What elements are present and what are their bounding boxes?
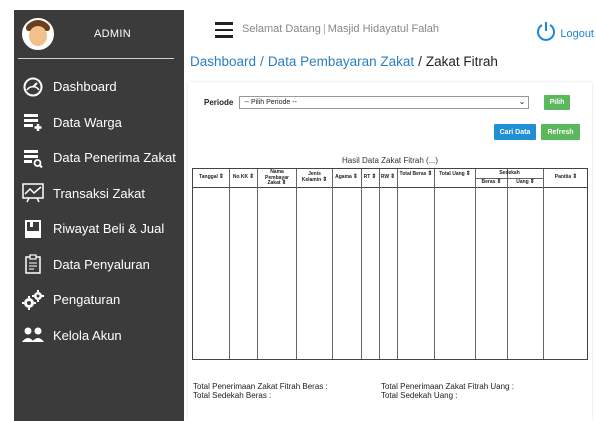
data-table: Tanggal⇕ No KK⇕ Nama Pembayar Zakat⇕ Jen… bbox=[192, 168, 588, 360]
breadcrumb-current: Zakat Fitrah bbox=[425, 54, 498, 69]
breadcrumb-dashboard[interactable]: Dashboard bbox=[190, 54, 256, 69]
content-card: Periode -- Pilih Periode -- ⌄ Pilih Cari… bbox=[188, 82, 592, 421]
total-uang-label: Total Penerimaan Zakat Fitrah Uang : bbox=[381, 382, 514, 391]
sidebar-item-label: Transaksi Zakat bbox=[53, 185, 145, 201]
sort-icon: ⇕ bbox=[322, 176, 328, 183]
sort-icon: ⇕ bbox=[218, 174, 224, 180]
sidebar-item-label: Dashboard bbox=[53, 79, 117, 95]
th-sedekah-uang[interactable]: Uang⇕ bbox=[508, 179, 543, 186]
sidebar-item-dashboard[interactable]: Dashboard bbox=[14, 69, 184, 105]
periode-filter: Periode -- Pilih Periode -- ⌄ bbox=[204, 96, 530, 109]
th-agama[interactable]: Agama⇕ bbox=[332, 174, 361, 181]
cari-data-button[interactable]: Cari Data bbox=[494, 124, 536, 140]
sort-icon: ⇕ bbox=[496, 179, 502, 185]
sidebar-item-data-warga[interactable]: Data Warga bbox=[14, 105, 184, 141]
sort-icon: ⇕ bbox=[249, 174, 255, 180]
sidebar-item-pengaturan[interactable]: Pengaturan bbox=[14, 282, 184, 318]
periode-select[interactable]: -- Pilih Periode -- ⌄ bbox=[239, 96, 530, 109]
total-sedekah-uang-label: Total Sedekah Uang : bbox=[381, 391, 458, 400]
sort-icon: ⇕ bbox=[427, 171, 433, 177]
table-title: Hasil Data Zakat Fitrah (...) bbox=[341, 156, 439, 165]
user-list-add-icon bbox=[22, 111, 44, 133]
th-total-beras[interactable]: Total Beras⇕ bbox=[398, 171, 434, 178]
totals-right: Total Penerimaan Zakat Fitrah Uang : Tot… bbox=[381, 382, 514, 400]
sidebar-item-riwayat-beli-jual[interactable]: Riwayat Beli & Jual bbox=[14, 211, 184, 247]
sidebar-item-label: Data Penyaluran bbox=[53, 256, 150, 272]
pilih-button[interactable]: Pilih bbox=[544, 95, 570, 110]
sidebar-item-label: Data Penerima Zakat bbox=[53, 150, 176, 166]
th-rt[interactable]: RT⇕ bbox=[361, 174, 379, 181]
welcome-greeting: Selamat Datang bbox=[242, 23, 321, 35]
th-total-uang[interactable]: Total Uang⇕ bbox=[435, 171, 475, 178]
th-sedekah: Sedekah bbox=[499, 170, 520, 176]
sort-icon: ⇕ bbox=[465, 171, 471, 177]
chart-board-icon bbox=[22, 182, 44, 204]
sidebar-header: ADMIN bbox=[14, 10, 184, 58]
sidebar-item-label: Riwayat Beli & Jual bbox=[53, 221, 165, 237]
hamburger-menu-icon[interactable] bbox=[215, 22, 233, 38]
gears-icon bbox=[22, 289, 44, 311]
chevron-down-icon: ⌄ bbox=[518, 97, 526, 106]
sidebar-item-data-penyaluran[interactable]: Data Penyaluran bbox=[14, 247, 184, 283]
user-label: ADMIN bbox=[94, 28, 131, 40]
th-nama-pembayar[interactable]: Nama Pembayar Zakat⇕ bbox=[259, 169, 295, 187]
avatar bbox=[22, 18, 54, 50]
org-name: Masjid Hidayatul Falah bbox=[327, 23, 440, 35]
sort-icon: ⇕ bbox=[371, 174, 377, 180]
refresh-button[interactable]: Refresh bbox=[541, 124, 580, 140]
th-rw[interactable]: RW⇕ bbox=[379, 174, 397, 181]
sort-icon: ⇕ bbox=[529, 179, 535, 185]
totals-left: Total Penerimaan Zakat Fitrah Beras : To… bbox=[193, 382, 328, 400]
sort-icon: ⇕ bbox=[572, 174, 578, 180]
sidebar-item-data-penerima-zakat[interactable]: Data Penerima Zakat bbox=[14, 140, 184, 176]
sidebar-item-label: Data Warga bbox=[53, 114, 122, 130]
th-tanggal[interactable]: Tanggal⇕ bbox=[194, 174, 229, 181]
total-beras-label: Total Penerimaan Zakat Fitrah Beras : bbox=[193, 382, 328, 391]
breadcrumb: Dashboard / Data Pembayaran Zakat / Zakat Fi… bbox=[190, 54, 498, 69]
users-icon bbox=[22, 324, 44, 346]
sort-icon: ⇕ bbox=[281, 180, 287, 186]
sidebar-item-transaksi-zakat[interactable]: Transaksi Zakat bbox=[14, 176, 184, 212]
sidebar-menu: Dashboard Data Warga Data Penerima Zakat… bbox=[14, 59, 184, 353]
periode-selected: -- Pilih Periode -- bbox=[244, 99, 297, 106]
total-sedekah-beras-label: Total Sedekah Beras : bbox=[193, 391, 272, 400]
clipboard-icon bbox=[22, 253, 44, 275]
speedometer-icon bbox=[22, 76, 44, 98]
th-sedekah-beras[interactable]: Beras⇕ bbox=[476, 179, 507, 186]
user-list-search-icon bbox=[22, 147, 44, 169]
sort-icon: ⇕ bbox=[352, 174, 358, 180]
sidebar-item-label: Kelola Akun bbox=[53, 327, 122, 343]
th-jenis-kelamin[interactable]: Jenis Kelamin⇕ bbox=[297, 171, 332, 183]
sidebar: ADMIN Dashboard Data Warga Data Penerima… bbox=[14, 10, 184, 421]
th-panitia[interactable]: Panitia⇕ bbox=[544, 174, 588, 181]
power-icon bbox=[535, 20, 557, 47]
logout-button[interactable]: Logout bbox=[535, 20, 594, 47]
sidebar-item-label: Pengaturan bbox=[53, 292, 121, 308]
periode-label: Periode bbox=[204, 98, 234, 107]
topbar: Selamat Datang | Masjid Hidayatul Falah Lo… bbox=[184, 10, 596, 52]
sidebar-item-kelola-akun[interactable]: Kelola Akun bbox=[14, 318, 184, 354]
book-icon bbox=[22, 218, 44, 240]
breadcrumb-data-pembayaran[interactable]: Data Pembayaran Zakat bbox=[268, 54, 414, 69]
logout-label: Logout bbox=[560, 27, 594, 40]
welcome-text: Selamat Datang | Masjid Hidayatul Falah bbox=[242, 23, 440, 35]
sort-icon: ⇕ bbox=[390, 174, 396, 180]
th-no-kk[interactable]: No KK⇕ bbox=[230, 174, 257, 181]
